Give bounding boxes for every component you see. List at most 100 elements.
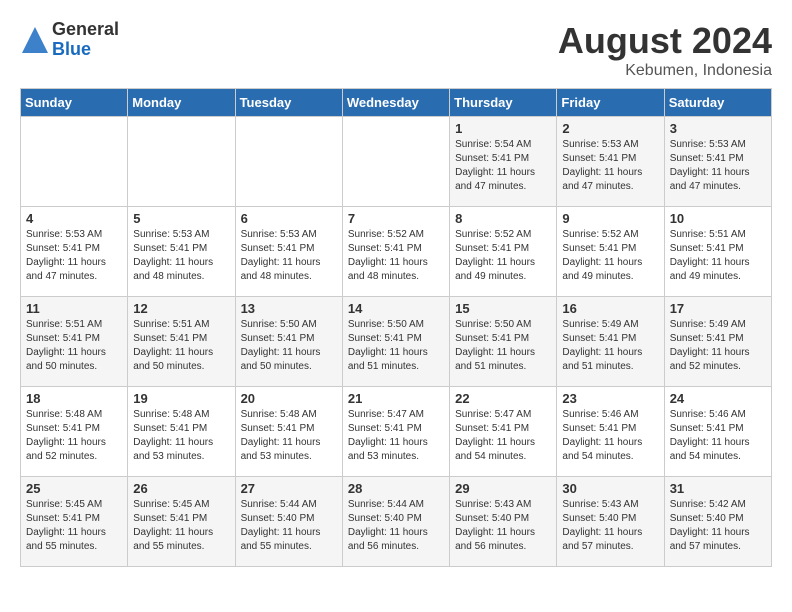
day-info: Sunrise: 5:50 AM Sunset: 5:41 PM Dayligh… (241, 318, 337, 374)
calendar-cell: 13 Sunrise: 5:50 AM Sunset: 5:41 PM Dayli… (235, 297, 342, 387)
logo-blue: Blue (52, 40, 119, 60)
day-number: 21 (348, 391, 444, 406)
day-number: 28 (348, 481, 444, 496)
calendar-cell: 25 Sunrise: 5:45 AM Sunset: 5:41 PM Dayli… (21, 477, 128, 567)
day-number: 26 (133, 481, 229, 496)
weekday-monday: Monday (128, 89, 235, 117)
day-info: Sunrise: 5:53 AM Sunset: 5:41 PM Dayligh… (562, 138, 658, 194)
calendar-cell: 9Sunrise: 5:52 AM Sunset: 5:41 PM Daylig… (557, 207, 664, 297)
day-info: Sunrise: 5:49 AM Sunset: 5:41 PM Dayligh… (562, 318, 658, 374)
month-year: August 2024 (558, 20, 772, 62)
day-info: Sunrise: 5:51 AM Sunset: 5:41 PM Dayligh… (670, 228, 766, 284)
calendar-cell: 1 Sunrise: 5:54 AM Sunset: 5:41 PM Daylig… (450, 117, 557, 207)
calendar-cell (128, 117, 235, 207)
logo-general: General (52, 20, 119, 40)
day-number: 12 (133, 301, 229, 316)
day-number: 1 (455, 121, 551, 136)
day-info: Sunrise: 5:50 AM Sunset: 5:41 PM Dayligh… (348, 318, 444, 374)
calendar-cell: 12Sunrise: 5:51 AM Sunset: 5:41 PM Dayli… (128, 297, 235, 387)
calendar-week-3: 11 Sunrise: 5:51 AM Sunset: 5:41 PM Dayli… (21, 297, 772, 387)
day-info: Sunrise: 5:52 AM Sunset: 5:41 PM Dayligh… (348, 228, 444, 284)
calendar-cell: 29Sunrise: 5:43 AM Sunset: 5:40 PM Dayli… (450, 477, 557, 567)
calendar-cell: 2 Sunrise: 5:53 AM Sunset: 5:41 PM Daylig… (557, 117, 664, 207)
day-number: 9 (562, 211, 658, 226)
day-info: Sunrise: 5:47 AM Sunset: 5:41 PM Dayligh… (455, 408, 551, 464)
day-info: Sunrise: 5:53 AM Sunset: 5:41 PM Dayligh… (26, 228, 122, 284)
day-number: 22 (455, 391, 551, 406)
day-info: Sunrise: 5:50 AM Sunset: 5:41 PM Dayligh… (455, 318, 551, 374)
calendar-week-5: 25 Sunrise: 5:45 AM Sunset: 5:41 PM Dayli… (21, 477, 772, 567)
day-info: Sunrise: 5:46 AM Sunset: 5:41 PM Dayligh… (562, 408, 658, 464)
calendar-cell: 21 Sunrise: 5:47 AM Sunset: 5:41 PM Dayli… (342, 387, 449, 477)
day-number: 20 (241, 391, 337, 406)
day-info: Sunrise: 5:44 AM Sunset: 5:40 PM Dayligh… (348, 498, 444, 554)
calendar-cell: 28 Sunrise: 5:44 AM Sunset: 5:40 PM Dayli… (342, 477, 449, 567)
day-number: 23 (562, 391, 658, 406)
logo-icon (20, 25, 50, 55)
calendar-cell: 24 Sunrise: 5:46 AM Sunset: 5:41 PM Dayli… (664, 387, 771, 477)
calendar-cell (342, 117, 449, 207)
calendar-cell: 4Sunrise: 5:53 AM Sunset: 5:41 PM Daylig… (21, 207, 128, 297)
day-info: Sunrise: 5:53 AM Sunset: 5:41 PM Dayligh… (241, 228, 337, 284)
day-info: Sunrise: 5:54 AM Sunset: 5:41 PM Dayligh… (455, 138, 551, 194)
day-info: Sunrise: 5:42 AM Sunset: 5:40 PM Dayligh… (670, 498, 766, 554)
day-number: 25 (26, 481, 122, 496)
calendar-cell: 31 Sunrise: 5:42 AM Sunset: 5:40 PM Dayli… (664, 477, 771, 567)
day-number: 17 (670, 301, 766, 316)
day-number: 30 (562, 481, 658, 496)
day-number: 13 (241, 301, 337, 316)
calendar-cell: 17 Sunrise: 5:49 AM Sunset: 5:41 PM Dayli… (664, 297, 771, 387)
calendar-week-2: 4Sunrise: 5:53 AM Sunset: 5:41 PM Daylig… (21, 207, 772, 297)
day-info: Sunrise: 5:53 AM Sunset: 5:41 PM Dayligh… (133, 228, 229, 284)
day-number: 16 (562, 301, 658, 316)
title-block: August 2024 Kebumen, Indonesia (558, 20, 772, 80)
calendar-cell: 18Sunrise: 5:48 AM Sunset: 5:41 PM Dayli… (21, 387, 128, 477)
day-number: 31 (670, 481, 766, 496)
day-info: Sunrise: 5:46 AM Sunset: 5:41 PM Dayligh… (670, 408, 766, 464)
day-number: 3 (670, 121, 766, 136)
day-number: 5 (133, 211, 229, 226)
calendar-cell: 5 Sunrise: 5:53 AM Sunset: 5:41 PM Daylig… (128, 207, 235, 297)
weekday-saturday: Saturday (664, 89, 771, 117)
calendar-cell (235, 117, 342, 207)
weekday-thursday: Thursday (450, 89, 557, 117)
day-number: 10 (670, 211, 766, 226)
day-info: Sunrise: 5:48 AM Sunset: 5:41 PM Dayligh… (133, 408, 229, 464)
calendar-cell: 6Sunrise: 5:53 AM Sunset: 5:41 PM Daylig… (235, 207, 342, 297)
calendar-cell: 26 Sunrise: 5:45 AM Sunset: 5:41 PM Dayli… (128, 477, 235, 567)
day-number: 8 (455, 211, 551, 226)
calendar-cell: 27 Sunrise: 5:44 AM Sunset: 5:40 PM Dayli… (235, 477, 342, 567)
calendar-cell: 16 Sunrise: 5:49 AM Sunset: 5:41 PM Dayli… (557, 297, 664, 387)
day-info: Sunrise: 5:49 AM Sunset: 5:41 PM Dayligh… (670, 318, 766, 374)
calendar-cell: 30 Sunrise: 5:43 AM Sunset: 5:40 PM Dayli… (557, 477, 664, 567)
day-info: Sunrise: 5:51 AM Sunset: 5:41 PM Dayligh… (26, 318, 122, 374)
page-header: General Blue August 2024 Kebumen, Indone… (20, 20, 772, 80)
calendar-cell: 7Sunrise: 5:52 AM Sunset: 5:41 PM Daylig… (342, 207, 449, 297)
location: Kebumen, Indonesia (558, 62, 772, 80)
day-info: Sunrise: 5:45 AM Sunset: 5:41 PM Dayligh… (133, 498, 229, 554)
day-number: 27 (241, 481, 337, 496)
day-number: 24 (670, 391, 766, 406)
calendar-header: SundayMondayTuesdayWednesdayThursdayFrid… (21, 89, 772, 117)
day-number: 11 (26, 301, 122, 316)
day-info: Sunrise: 5:44 AM Sunset: 5:40 PM Dayligh… (241, 498, 337, 554)
day-info: Sunrise: 5:48 AM Sunset: 5:41 PM Dayligh… (241, 408, 337, 464)
weekday-sunday: Sunday (21, 89, 128, 117)
weekday-row: SundayMondayTuesdayWednesdayThursdayFrid… (21, 89, 772, 117)
day-number: 2 (562, 121, 658, 136)
day-info: Sunrise: 5:47 AM Sunset: 5:41 PM Dayligh… (348, 408, 444, 464)
day-info: Sunrise: 5:43 AM Sunset: 5:40 PM Dayligh… (455, 498, 551, 554)
day-info: Sunrise: 5:43 AM Sunset: 5:40 PM Dayligh… (562, 498, 658, 554)
weekday-tuesday: Tuesday (235, 89, 342, 117)
day-info: Sunrise: 5:45 AM Sunset: 5:41 PM Dayligh… (26, 498, 122, 554)
weekday-friday: Friday (557, 89, 664, 117)
day-info: Sunrise: 5:53 AM Sunset: 5:41 PM Dayligh… (670, 138, 766, 194)
calendar-cell: 22 Sunrise: 5:47 AM Sunset: 5:41 PM Dayli… (450, 387, 557, 477)
calendar-cell: 11 Sunrise: 5:51 AM Sunset: 5:41 PM Dayli… (21, 297, 128, 387)
calendar-cell: 8Sunrise: 5:52 AM Sunset: 5:41 PM Daylig… (450, 207, 557, 297)
day-number: 15 (455, 301, 551, 316)
calendar-cell: 15 Sunrise: 5:50 AM Sunset: 5:41 PM Dayli… (450, 297, 557, 387)
calendar-cell: 14Sunrise: 5:50 AM Sunset: 5:41 PM Dayli… (342, 297, 449, 387)
logo-text: General Blue (52, 20, 119, 60)
calendar-cell: 23 Sunrise: 5:46 AM Sunset: 5:41 PM Dayli… (557, 387, 664, 477)
